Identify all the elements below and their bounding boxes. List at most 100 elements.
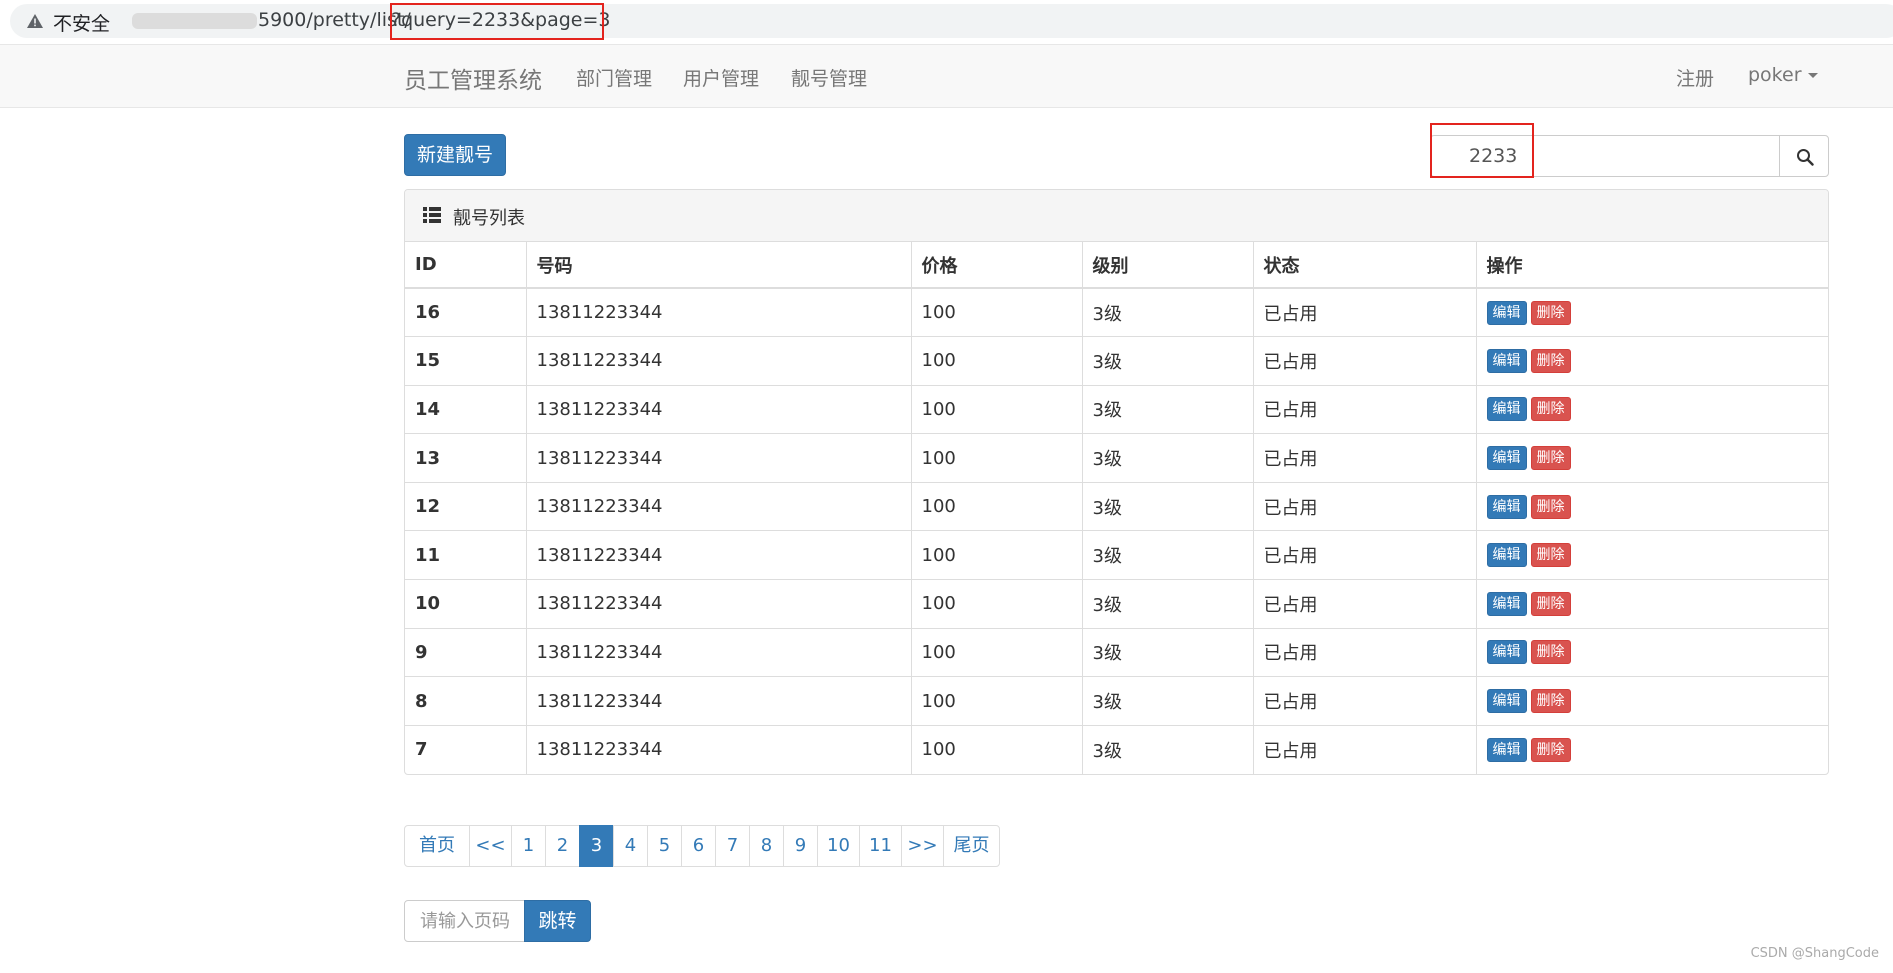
row-actions: 编辑 删除 <box>1476 579 1828 629</box>
edit-button[interactable]: 编辑 <box>1486 689 1527 714</box>
row-price: 100 <box>911 482 1083 532</box>
delete-button[interactable]: 删除 <box>1530 737 1571 762</box>
row-level: 3级 <box>1082 579 1254 629</box>
delete-button[interactable]: 删除 <box>1530 348 1571 373</box>
insecure-label[interactable]: 不安全 <box>53 9 110 36</box>
delete-button[interactable]: 删除 <box>1530 591 1571 616</box>
row-mobile: 13811223344 <box>526 579 912 629</box>
edit-button[interactable]: 编辑 <box>1486 494 1527 519</box>
row-status: 已占用 <box>1253 530 1477 581</box>
delete-button[interactable]: 删除 <box>1530 446 1571 471</box>
row-price: 100 <box>911 579 1083 629</box>
row-level: 3级 <box>1082 628 1254 678</box>
account-dropdown[interactable]: poker <box>1748 64 1818 86</box>
table-row: 13 13811223344 100 3级 已占用 编辑 删除 <box>405 433 1828 483</box>
table-row: 7 13811223344 100 3级 已占用 编辑 删除 <box>405 725 1828 774</box>
nav-pretty-number-management[interactable]: 靓号管理 <box>791 64 867 91</box>
delete-button[interactable]: 删除 <box>1530 300 1571 325</box>
row-status: 已占用 <box>1253 288 1477 338</box>
row-price: 100 <box>911 628 1083 678</box>
nav-user-management[interactable]: 用户管理 <box>683 64 759 91</box>
row-actions: 编辑 删除 <box>1476 676 1828 726</box>
delete-button[interactable]: 删除 <box>1530 689 1571 714</box>
pagination: 首页 << 1 2 3 4 5 6 7 8 9 10 11 >> 尾页 <box>404 825 1000 867</box>
caret-down-icon <box>1807 73 1818 78</box>
page-number-input[interactable] <box>404 900 525 942</box>
panel-title: 靓号列表 <box>453 208 525 229</box>
edit-button[interactable]: 编辑 <box>1486 446 1527 471</box>
url-path[interactable]: 5900/pretty/list/ <box>258 9 411 31</box>
watermark: CSDN @ShangCode <box>1750 946 1879 961</box>
page-link[interactable]: << <box>469 825 512 867</box>
edit-button[interactable]: 编辑 <box>1486 348 1527 373</box>
new-pretty-number-button[interactable]: 新建靓号 <box>404 134 506 176</box>
row-level: 3级 <box>1082 530 1254 581</box>
page-link[interactable]: >> <box>901 825 944 867</box>
nav-register[interactable]: 注册 <box>1676 64 1714 91</box>
delete-button[interactable]: 删除 <box>1530 494 1571 519</box>
nav-dept-management[interactable]: 部门管理 <box>576 64 652 91</box>
delete-button[interactable]: 删除 <box>1530 640 1571 665</box>
edit-button[interactable]: 编辑 <box>1486 591 1527 616</box>
page-link[interactable]: 首页 <box>404 825 470 867</box>
highlight-box-search <box>1430 123 1534 178</box>
page-link[interactable]: 8 <box>749 825 784 867</box>
edit-button[interactable]: 编辑 <box>1486 397 1527 422</box>
table-body: 16 13811223344 100 3级 已占用 编辑 删除 15 13811223344 10… <box>405 288 1828 774</box>
account-name: poker <box>1748 64 1802 86</box>
edit-button[interactable]: 编辑 <box>1486 543 1527 568</box>
page-link[interactable]: 2 <box>545 825 580 867</box>
table-row: 14 13811223344 100 3级 已占用 编辑 删除 <box>405 385 1828 435</box>
row-level: 3级 <box>1082 725 1254 774</box>
page-link[interactable]: 6 <box>681 825 716 867</box>
row-id: 10 <box>405 579 527 629</box>
page-link[interactable]: 10 <box>817 825 860 867</box>
delete-button[interactable]: 删除 <box>1530 397 1571 422</box>
table-row: 10 13811223344 100 3级 已占用 编辑 删除 <box>405 579 1828 629</box>
row-level: 3级 <box>1082 336 1254 386</box>
row-level: 3级 <box>1082 676 1254 726</box>
row-actions: 编辑 删除 <box>1476 336 1828 386</box>
page-link[interactable]: 9 <box>783 825 818 867</box>
page-link[interactable]: 尾页 <box>943 825 1000 867</box>
edit-button[interactable]: 编辑 <box>1486 300 1527 325</box>
row-actions: 编辑 删除 <box>1476 385 1828 435</box>
page-link-current[interactable]: 3 <box>579 825 614 867</box>
page-link[interactable]: 5 <box>647 825 682 867</box>
edit-button[interactable]: 编辑 <box>1486 640 1527 665</box>
row-id: 16 <box>405 288 527 338</box>
row-status: 已占用 <box>1253 579 1477 629</box>
row-mobile: 13811223344 <box>526 288 912 338</box>
row-price: 100 <box>911 336 1083 386</box>
jump-button[interactable]: 跳转 <box>524 900 591 942</box>
row-level: 3级 <box>1082 288 1254 338</box>
table-row: 16 13811223344 100 3级 已占用 编辑 删除 <box>405 288 1828 338</box>
page-link[interactable]: 11 <box>859 825 902 867</box>
row-id: 7 <box>405 725 527 774</box>
row-price: 100 <box>911 385 1083 435</box>
table-row: 11 13811223344 100 3级 已占用 编辑 删除 <box>405 530 1828 581</box>
column-header: 价格 <box>911 242 1083 289</box>
highlight-box-url-query <box>390 3 604 40</box>
edit-button[interactable]: 编辑 <box>1486 737 1527 762</box>
row-id: 15 <box>405 336 527 386</box>
row-id: 9 <box>405 628 527 678</box>
navbar: 员工管理系统 部门管理 用户管理 靓号管理 注册 poker <box>0 44 1893 108</box>
row-status: 已占用 <box>1253 628 1477 678</box>
row-level: 3级 <box>1082 385 1254 435</box>
row-actions: 编辑 删除 <box>1476 628 1828 678</box>
row-id: 12 <box>405 482 527 532</box>
brand-title[interactable]: 员工管理系统 <box>404 61 542 95</box>
row-mobile: 13811223344 <box>526 628 912 678</box>
search-button[interactable] <box>1779 135 1829 177</box>
delete-button[interactable]: 删除 <box>1530 543 1571 568</box>
table-row: 8 13811223344 100 3级 已占用 编辑 删除 <box>405 676 1828 726</box>
row-price: 100 <box>911 288 1083 338</box>
row-id: 14 <box>405 385 527 435</box>
table-header-row: ID 号码 价格 级别 状态 操作 <box>405 242 1828 289</box>
page-link[interactable]: 4 <box>613 825 648 867</box>
row-status: 已占用 <box>1253 336 1477 386</box>
page-link[interactable]: 7 <box>715 825 750 867</box>
page-link[interactable]: 1 <box>511 825 546 867</box>
row-price: 100 <box>911 676 1083 726</box>
